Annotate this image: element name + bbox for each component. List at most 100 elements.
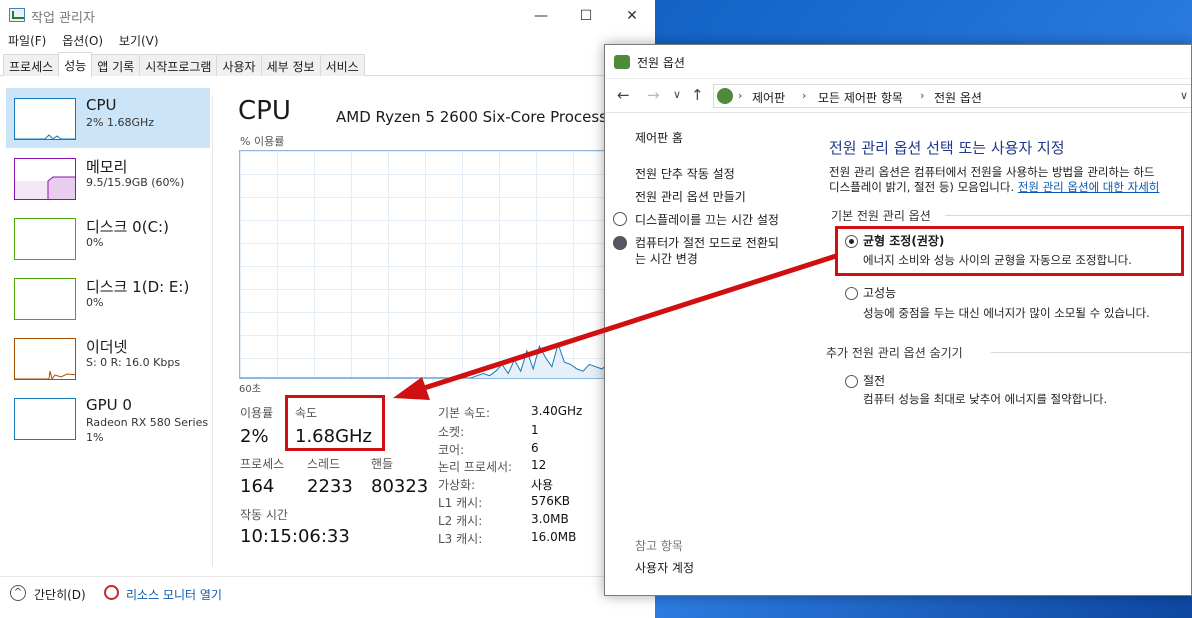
info-key: 논리 프로세서: — [438, 460, 513, 474]
description-line: 전원 관리 옵션은 컴퓨터에서 전원을 사용하는 방법을 관리하는 하드 — [829, 165, 1155, 179]
sidebar-divider — [212, 96, 213, 566]
window-title: 작업 관리자 — [31, 11, 95, 26]
forward-arrow-icon[interactable]: → — [647, 86, 660, 104]
high-performance-plan-desc: 성능에 중점을 두는 대신 에너지가 많이 소모될 수 있습니다. — [863, 306, 1150, 320]
section-divider — [991, 352, 1191, 353]
sidebar-label: 메모리 — [86, 158, 128, 176]
info-key: L3 캐시: — [438, 532, 483, 546]
info-key: 기본 속도: — [438, 406, 491, 420]
back-arrow-icon[interactable]: ← — [617, 86, 630, 104]
sidebar-item-disk-0[interactable]: 디스크 0(C:) 0% — [6, 208, 210, 268]
power-saver-radio[interactable] — [845, 375, 858, 388]
high-performance-plan-name[interactable]: 고성능 — [863, 284, 896, 301]
display-off-time-link[interactable]: 디스플레이를 끄는 시간 설정 — [635, 211, 779, 228]
sidebar-item-disk-1[interactable]: 디스크 1(D: E:) 0% — [6, 268, 210, 328]
sidebar-sub2: 1% — [86, 431, 104, 444]
recent-chevron-icon[interactable]: ∨ — [673, 88, 681, 101]
left-nav-pane: 제어판 홈 전원 단추 작동 설정 전원 관리 옵션 만들기 디스플레이를 끄는… — [605, 115, 805, 595]
description-line-2: 디스플레이 밝기, 절전 등) 모음입니다. 전원 관리 옵션에 대한 자세히 — [829, 179, 1159, 195]
info-key: 코어: — [438, 443, 465, 457]
tab-startup[interactable]: 시작프로그램 — [139, 54, 218, 76]
info-key: 가상화: — [438, 478, 476, 492]
tab-performance[interactable]: 성능 — [58, 52, 93, 77]
task-manager-icon — [9, 8, 25, 22]
navigation-bar: ← → ∨ ↑ › 제어판 › 모든 제어판 항목 › 전원 옵션 ∨ — [605, 79, 1191, 113]
page-heading: 전원 관리 옵션 선택 또는 사용자 지정 — [829, 139, 1065, 157]
address-bar[interactable]: › 제어판 › 모든 제어판 항목 › 전원 옵션 ∨ — [713, 84, 1191, 108]
hide-additional-plans-toggle[interactable]: 추가 전원 관리 옵션 숨기기 — [826, 344, 963, 361]
menu-bar: 파일(F) 옵션(O) 보기(V) — [0, 32, 655, 52]
breadcrumb-power-options[interactable]: 전원 옵션 — [934, 89, 982, 106]
chevron-down-icon[interactable]: ∨ — [1180, 89, 1188, 102]
minimize-button[interactable]: — — [518, 4, 564, 28]
highlight-box-balanced — [835, 226, 1184, 276]
menu-view[interactable]: 보기(V) — [119, 34, 159, 48]
threads-label: 스레드 — [307, 457, 341, 471]
sleep-time-link-cont[interactable]: 는 시간 변경 — [635, 250, 698, 267]
power-saver-plan-desc: 컴퓨터 성능을 최대로 낮추어 에너지를 절약합니다. — [863, 392, 1108, 406]
utilization-value: 2% — [240, 426, 269, 447]
menu-options[interactable]: 옵션(O) — [62, 34, 103, 48]
footer-bar: ^ 간단히(D) 리소스 모니터 열기 — [0, 576, 655, 618]
utilization-label: 이용률 — [240, 406, 274, 420]
see-also-label: 참고 항목 — [635, 539, 683, 553]
sidebar-label: GPU 0 — [86, 396, 132, 414]
gpu-thumbnail-graph — [14, 398, 76, 440]
info-value: 3.0MB — [531, 512, 569, 526]
up-arrow-icon[interactable]: ↑ — [691, 86, 704, 104]
moon-icon — [613, 236, 627, 250]
maximize-button[interactable]: ☐ — [563, 4, 609, 28]
sidebar-sub: 9.5/15.9GB (60%) — [86, 176, 185, 189]
create-power-plan-link[interactable]: 전원 관리 옵션 만들기 — [635, 188, 746, 205]
sleep-time-link[interactable]: 컴퓨터가 절전 모드로 전환되 — [635, 234, 779, 251]
info-value: 사용 — [531, 478, 554, 492]
processes-value: 164 — [240, 476, 275, 497]
main-content: 전원 관리 옵션 선택 또는 사용자 지정 전원 관리 옵션은 컴퓨터에서 전원… — [826, 115, 1191, 595]
page-title: CPU — [238, 96, 291, 126]
sidebar-sub: 0% — [86, 296, 104, 309]
menu-file[interactable]: 파일(F) — [8, 34, 46, 48]
cpu-thumbnail-graph — [14, 98, 76, 140]
info-value: 1 — [531, 423, 539, 437]
tab-details[interactable]: 세부 정보 — [260, 54, 321, 76]
open-resource-monitor-link[interactable]: 리소스 모니터 열기 — [126, 586, 222, 603]
user-accounts-link[interactable]: 사용자 계정 — [635, 559, 694, 576]
breadcrumb-all-items[interactable]: 모든 제어판 항목 — [818, 89, 903, 106]
chevron-up-icon[interactable]: ^ — [10, 585, 26, 601]
tab-services[interactable]: 서비스 — [319, 54, 365, 76]
sidebar-item-gpu[interactable]: GPU 0 Radeon RX 580 Series 1% — [6, 388, 210, 448]
power-options-icon — [614, 55, 630, 69]
power-saver-plan-name[interactable]: 절전 — [863, 372, 885, 389]
highlight-box-speed — [285, 395, 385, 451]
tab-app-history[interactable]: 앱 기록 — [91, 54, 141, 76]
cpu-usage-plot — [240, 342, 609, 379]
info-value: 3.40GHz — [531, 404, 583, 418]
info-value: 576KB — [531, 494, 571, 508]
basic-plans-label: 기본 전원 관리 옵션 — [831, 209, 931, 223]
tab-users[interactable]: 사용자 — [216, 54, 262, 76]
disk0-thumbnail-graph — [14, 218, 76, 260]
sidebar-label: 디스크 1(D: E:) — [86, 278, 190, 296]
processes-label: 프로세스 — [240, 457, 285, 471]
info-value: 16.0MB — [531, 530, 577, 544]
tab-processes[interactable]: 프로세스 — [3, 54, 60, 76]
sidebar-item-cpu[interactable]: CPU 2% 1.68GHz — [6, 88, 210, 148]
title-bar: 작업 관리자 — ☐ ✕ — [0, 0, 655, 32]
performance-sidebar: CPU 2% 1.68GHz 메모리 9.5/15.9GB (60%) 디스크 … — [0, 86, 212, 576]
cpu-usage-graph — [239, 150, 609, 379]
breadcrumb-separator: › — [920, 89, 925, 102]
sidebar-item-ethernet[interactable]: 이더넷 S: 0 R: 16.0 Kbps — [6, 328, 210, 388]
high-performance-radio[interactable] — [845, 287, 858, 300]
tab-bar: 프로세스 성능 앱 기록 시작프로그램 사용자 세부 정보 서비스 — [0, 52, 655, 77]
breadcrumb-control-panel[interactable]: 제어판 — [752, 89, 785, 106]
close-button[interactable]: ✕ — [609, 4, 655, 28]
power-button-settings-link[interactable]: 전원 단추 작동 설정 — [635, 165, 735, 182]
sidebar-sub: Radeon RX 580 Series — [86, 416, 209, 429]
control-panel-icon — [717, 88, 733, 104]
more-info-link[interactable]: 전원 관리 옵션에 대한 자세히 — [1018, 180, 1160, 194]
fewer-details-button[interactable]: 간단히(D) — [34, 586, 86, 603]
task-manager-window: 작업 관리자 — ☐ ✕ 파일(F) 옵션(O) 보기(V) 프로세스 성능 앱… — [0, 0, 655, 618]
control-panel-home-link[interactable]: 제어판 홈 — [635, 129, 683, 146]
description-text: 디스플레이 밝기, 절전 등) 모음입니다. — [829, 180, 1015, 194]
sidebar-item-memory[interactable]: 메모리 9.5/15.9GB (60%) — [6, 148, 210, 208]
